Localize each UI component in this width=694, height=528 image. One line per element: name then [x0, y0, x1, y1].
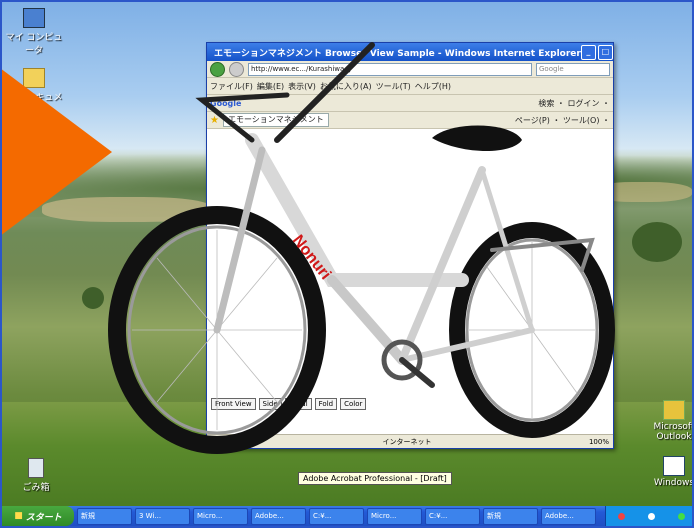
- bike-frame: [195, 42, 595, 388]
- start-button[interactable]: ■ スタート: [2, 506, 74, 526]
- computer-icon: [23, 8, 45, 28]
- taskbar-item[interactable]: C:¥...: [309, 507, 364, 525]
- desktop: マイ コンピュータ マイ ドキュメント ごみ箱 Microsoft Outloo…: [0, 0, 694, 528]
- taskbar-item[interactable]: Adobe...: [251, 507, 306, 525]
- taskbar-tooltip: Adobe Acrobat Professional - [Draft]: [298, 472, 452, 485]
- taskbar-item[interactable]: Micro...: [367, 507, 422, 525]
- orange-arrow: [2, 62, 112, 242]
- tray-icon[interactable]: [647, 512, 655, 520]
- system-tray: [605, 506, 692, 526]
- recycle-bin-icon: [28, 458, 44, 478]
- taskbar-item[interactable]: 3 Wi...: [135, 507, 190, 525]
- taskbar-item[interactable]: Adobe...: [541, 507, 596, 525]
- tray-icon[interactable]: [677, 512, 685, 520]
- taskbar-item[interactable]: Micro...: [193, 507, 248, 525]
- taskbar-item[interactable]: 新規: [77, 507, 132, 525]
- window-icon: [663, 456, 685, 476]
- tree: [82, 287, 104, 309]
- desktop-icon-window[interactable]: Windows: [644, 456, 692, 488]
- taskbar: ■ スタート 新規 3 Wi... Micro... Adobe... C:¥.…: [2, 506, 692, 526]
- outlook-icon: [663, 400, 685, 420]
- tree: [632, 222, 682, 262]
- desktop-icon-recycle-bin[interactable]: ごみ箱: [6, 458, 66, 493]
- desktop-icon-outlook[interactable]: Microsoft Outlook: [644, 400, 692, 442]
- bicycle-3d-model[interactable]: Nonuri: [102, 30, 622, 460]
- desktop-icon-computer[interactable]: マイ コンピュータ: [4, 8, 64, 56]
- taskbar-item[interactable]: 新規: [483, 507, 538, 525]
- tray-icon[interactable]: [617, 512, 625, 520]
- bike-saddle: [432, 125, 522, 152]
- windows-logo-icon: ■: [14, 511, 23, 521]
- taskbar-item[interactable]: C:¥...: [425, 507, 480, 525]
